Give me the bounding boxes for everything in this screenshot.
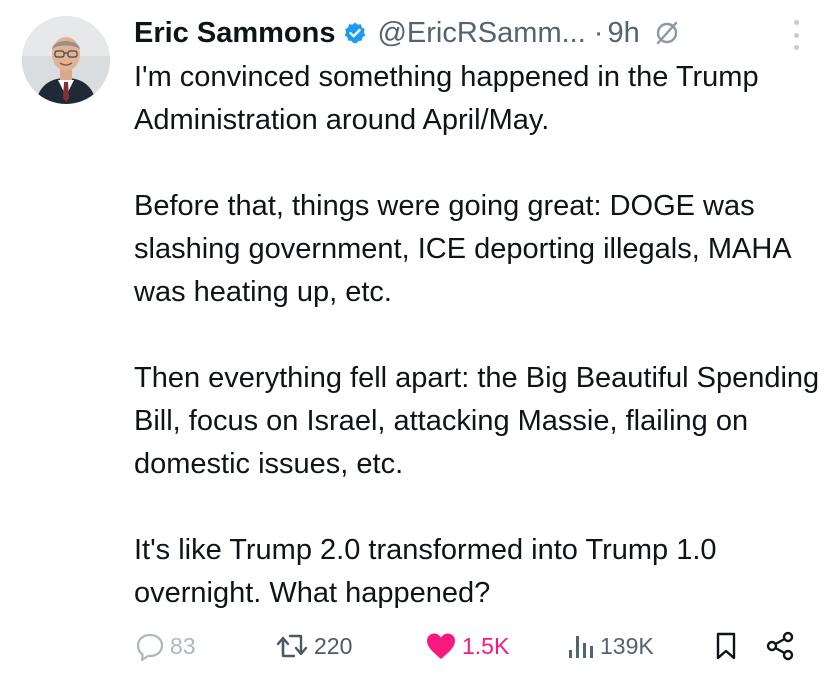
retweet-count: 220 (314, 632, 353, 659)
verified-badge-icon (343, 21, 367, 45)
retweet-button[interactable]: 220 (274, 628, 352, 664)
tweet-paragraph: Before that, things were going great: DO… (134, 190, 791, 308)
separator-dot: · (593, 17, 604, 49)
timestamp[interactable]: 9h (607, 14, 639, 52)
avatar[interactable] (22, 16, 110, 104)
reply-button[interactable]: 83 (134, 628, 196, 664)
tweet-text: I'm convinced something happened in the … (134, 56, 824, 615)
like-count: 1.5K (462, 632, 510, 659)
reply-icon (134, 630, 166, 662)
views-icon (566, 630, 596, 662)
tweet-paragraph: I'm convinced something happened in the … (134, 61, 759, 136)
like-icon (424, 630, 458, 662)
tweet-paragraph: Then everything fell apart: the Big Beau… (134, 362, 820, 480)
bookmark-icon (712, 630, 740, 662)
bookmark-button[interactable] (712, 628, 740, 664)
share-icon (764, 630, 796, 662)
more-options-icon[interactable] (786, 20, 806, 50)
views-count: 139K (600, 632, 654, 659)
action-bar: 83 220 1.5K 139K (134, 628, 824, 664)
tweet-paragraph: It's like Trump 2.0 transformed into Tru… (134, 534, 717, 609)
author-name[interactable]: Eric Sammons (134, 14, 335, 52)
author-handle[interactable]: @EricRSamm... (377, 14, 585, 52)
mute-icon[interactable] (654, 20, 680, 46)
tweet-header: Eric Sammons @EricRSamm... · 9h (134, 14, 680, 52)
share-button[interactable] (764, 628, 796, 664)
views-button[interactable]: 139K (566, 628, 654, 664)
like-button[interactable]: 1.5K (424, 628, 509, 664)
retweet-icon (274, 630, 310, 662)
reply-count: 83 (170, 632, 196, 659)
